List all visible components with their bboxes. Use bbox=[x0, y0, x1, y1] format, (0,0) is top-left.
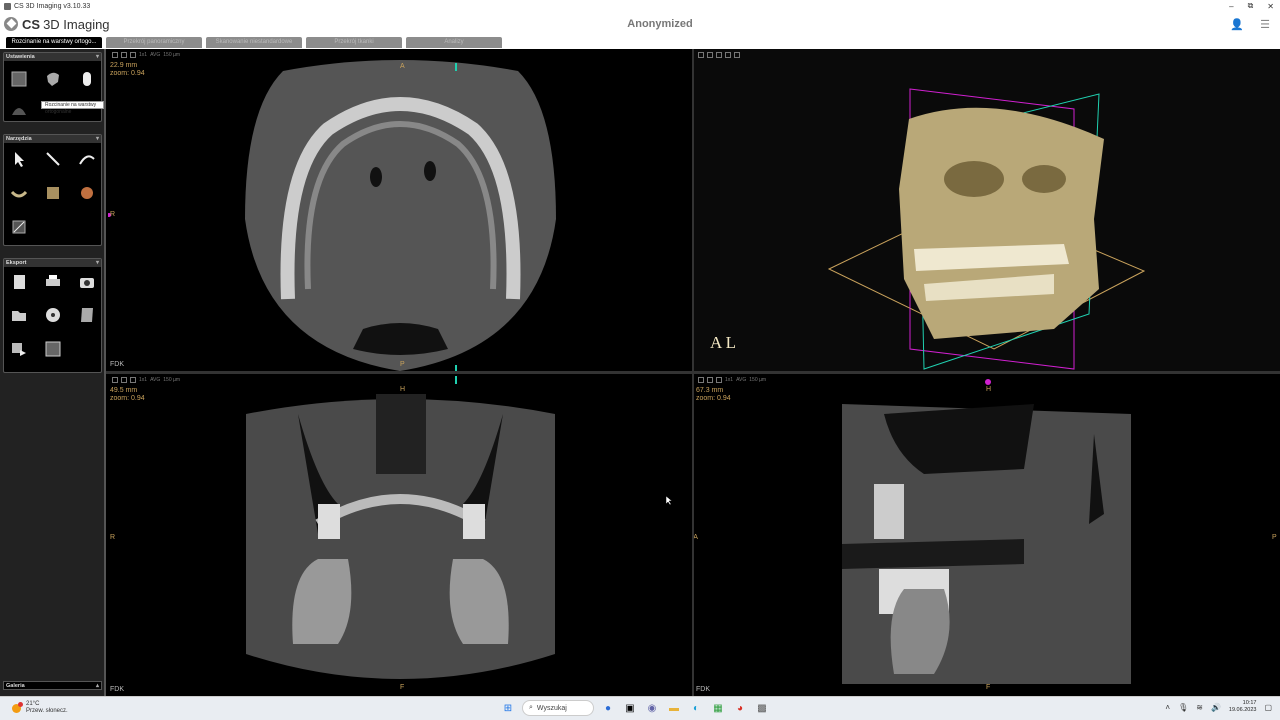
weather-widget[interactable]: 21°C Przew. słonecz. bbox=[12, 701, 68, 715]
mouse-cursor-icon bbox=[665, 495, 673, 506]
sagittal-image bbox=[842, 379, 1131, 684]
tools-group: Narzędzia bbox=[3, 134, 102, 246]
app-header: CS 3D Imaging Anonymized 👤 ☰ bbox=[0, 12, 1280, 36]
cd-icon[interactable] bbox=[42, 304, 64, 326]
system-tray: ˄ 🎙 ≋ 🔊 10:17 19.06.2023 ▢ bbox=[1165, 700, 1272, 714]
volume-icon[interactable]: 🔊 bbox=[1211, 703, 1221, 712]
clock-date: 19.06.2023 bbox=[1228, 707, 1257, 713]
pointer-icon[interactable] bbox=[8, 148, 30, 170]
sagittal-view[interactable]: 1x1 AVG 150 µm 67.3 mm zoom: 0.94 H L A … bbox=[694, 374, 1280, 696]
report-icon[interactable] bbox=[8, 271, 30, 293]
chat-icon[interactable]: ◉ bbox=[644, 700, 660, 716]
coronal-recon-label: FDK bbox=[110, 686, 124, 693]
coronal-image bbox=[246, 376, 555, 679]
chrome-icon[interactable]: ◕ bbox=[732, 700, 748, 716]
left-panel: Ustawienia Rozcinanie na warstwy ortogon… bbox=[0, 49, 106, 696]
jaw-icon[interactable] bbox=[8, 99, 30, 121]
edge-icon[interactable]: ◐ bbox=[688, 700, 704, 716]
clock-time: 10:17 bbox=[1242, 700, 1257, 706]
title-bar: CS 3D Imaging v3.10.33 – ⧉ ✕ bbox=[0, 0, 1280, 12]
windows-taskbar: 21°C Przew. słonecz. ⊞ ⌕ Wyszukaj ● ▣ ◉ … bbox=[0, 696, 1280, 720]
tools-group-header[interactable]: Narzędzia bbox=[4, 135, 101, 143]
weather-temp: 21°C bbox=[26, 701, 40, 707]
axial-recon-label: FDK bbox=[110, 361, 124, 368]
sagittal-label-left-anterior: L A bbox=[694, 534, 698, 541]
sagittal-label-head: H bbox=[986, 386, 992, 393]
cs-imaging-taskbar-icon[interactable]: ▩ bbox=[754, 700, 770, 716]
export-group: Eksport bbox=[3, 258, 102, 373]
axial-label-right: R bbox=[110, 211, 116, 218]
tray-chevron-icon[interactable]: ˄ bbox=[1165, 703, 1170, 712]
menu-icon[interactable]: ☰ bbox=[1260, 18, 1270, 31]
skull-icon[interactable] bbox=[42, 68, 64, 90]
coronal-view[interactable]: 1x1 AVG 150 µm 49.5 mm zoom: 0.94 H R F … bbox=[108, 374, 692, 696]
horizontal-splitter[interactable] bbox=[106, 371, 1280, 374]
file-explorer-icon[interactable]: ▬ bbox=[666, 700, 682, 716]
patient-name: Anonymized bbox=[627, 18, 693, 30]
axial-image bbox=[108, 60, 556, 371]
task-view-icon[interactable]: ▣ bbox=[622, 700, 638, 716]
axial-label-anterior: A bbox=[400, 63, 405, 70]
dicom-export-icon[interactable] bbox=[76, 304, 98, 326]
axial-view[interactable]: 1x1 AVG 150 µm 22.9 mm zoom: 0.94 A R P … bbox=[108, 49, 692, 371]
send-icon[interactable] bbox=[8, 338, 30, 360]
user-settings-icon[interactable]: 👤 bbox=[1230, 18, 1244, 31]
implant-icon[interactable] bbox=[8, 182, 30, 204]
bing-icon[interactable]: ● bbox=[600, 700, 616, 716]
notifications-icon[interactable]: ▢ bbox=[1264, 703, 1272, 712]
coronal-label-feet: F bbox=[400, 684, 405, 691]
camera-icon[interactable] bbox=[76, 271, 98, 293]
volume-render-icon[interactable] bbox=[8, 68, 30, 90]
export-group-header[interactable]: Eksport bbox=[4, 259, 101, 267]
print-icon[interactable] bbox=[42, 271, 64, 293]
angle-icon[interactable] bbox=[76, 148, 98, 170]
measure-line-icon[interactable] bbox=[42, 148, 64, 170]
gallery-group-header[interactable]: Galeria bbox=[3, 681, 102, 690]
window-title: CS 3D Imaging v3.10.33 bbox=[14, 2, 91, 10]
start-icon[interactable]: ⊞ bbox=[500, 700, 516, 716]
axial-label-posterior: P bbox=[400, 361, 405, 368]
store-icon[interactable]: ▦ bbox=[710, 700, 726, 716]
taskbar-search[interactable]: ⌕ Wyszukaj bbox=[522, 700, 594, 716]
tab-tissue[interactable]: Przekrój tkanki bbox=[306, 37, 402, 48]
sagittal-label-posterior: P bbox=[1272, 534, 1277, 541]
tab-analysis[interactable]: Analizy bbox=[406, 37, 502, 48]
microphone-icon[interactable]: 🎙 bbox=[1178, 703, 1188, 712]
app-icon bbox=[4, 2, 11, 10]
search-placeholder: Wyszukaj bbox=[536, 704, 567, 712]
volume-render-image bbox=[827, 88, 1146, 370]
tab-panoramic[interactable]: Przekrój panoramiczny bbox=[106, 37, 202, 48]
weather-icon bbox=[12, 701, 23, 713]
close-button[interactable]: ✕ bbox=[1267, 2, 1274, 11]
sagittal-label-feet: F bbox=[986, 684, 991, 691]
clock[interactable]: 10:17 19.06.2023 bbox=[1229, 700, 1257, 714]
face-icon[interactable] bbox=[76, 182, 98, 204]
maximize-button[interactable]: ⧉ bbox=[1248, 1, 1254, 11]
tab-custom-scan[interactable]: Skanowanie niestandardowe bbox=[206, 37, 302, 48]
weather-desc: Przew. słonecz. bbox=[26, 708, 68, 714]
mode-tabs: Rozcinanie na warstwy ortogo... Przekrój… bbox=[0, 36, 1280, 49]
orientation-cube-label: A L bbox=[710, 333, 736, 352]
annotation-icon[interactable] bbox=[8, 216, 30, 238]
coronal-label-head: H bbox=[400, 386, 406, 393]
volume-view[interactable]: A L bbox=[694, 49, 1280, 371]
coronal-label-right: R bbox=[110, 534, 116, 541]
wifi-icon[interactable]: ≋ bbox=[1196, 703, 1203, 712]
mouse-icon[interactable] bbox=[76, 68, 98, 90]
tab-tooltip: Rozcinanie na warstwy ortogonalne bbox=[41, 101, 104, 115]
nerve-icon[interactable] bbox=[42, 182, 64, 204]
sagittal-recon-label: FDK bbox=[696, 686, 710, 693]
search-icon: ⌕ bbox=[529, 704, 533, 711]
minimize-button[interactable]: – bbox=[1229, 2, 1233, 11]
folder-export-icon[interactable] bbox=[8, 304, 30, 326]
snapshot-icon[interactable] bbox=[42, 338, 64, 360]
tab-orthogonal-slicing[interactable]: Rozcinanie na warstwy ortogo... bbox=[6, 37, 102, 48]
settings-group-header[interactable]: Ustawienia bbox=[4, 53, 101, 61]
